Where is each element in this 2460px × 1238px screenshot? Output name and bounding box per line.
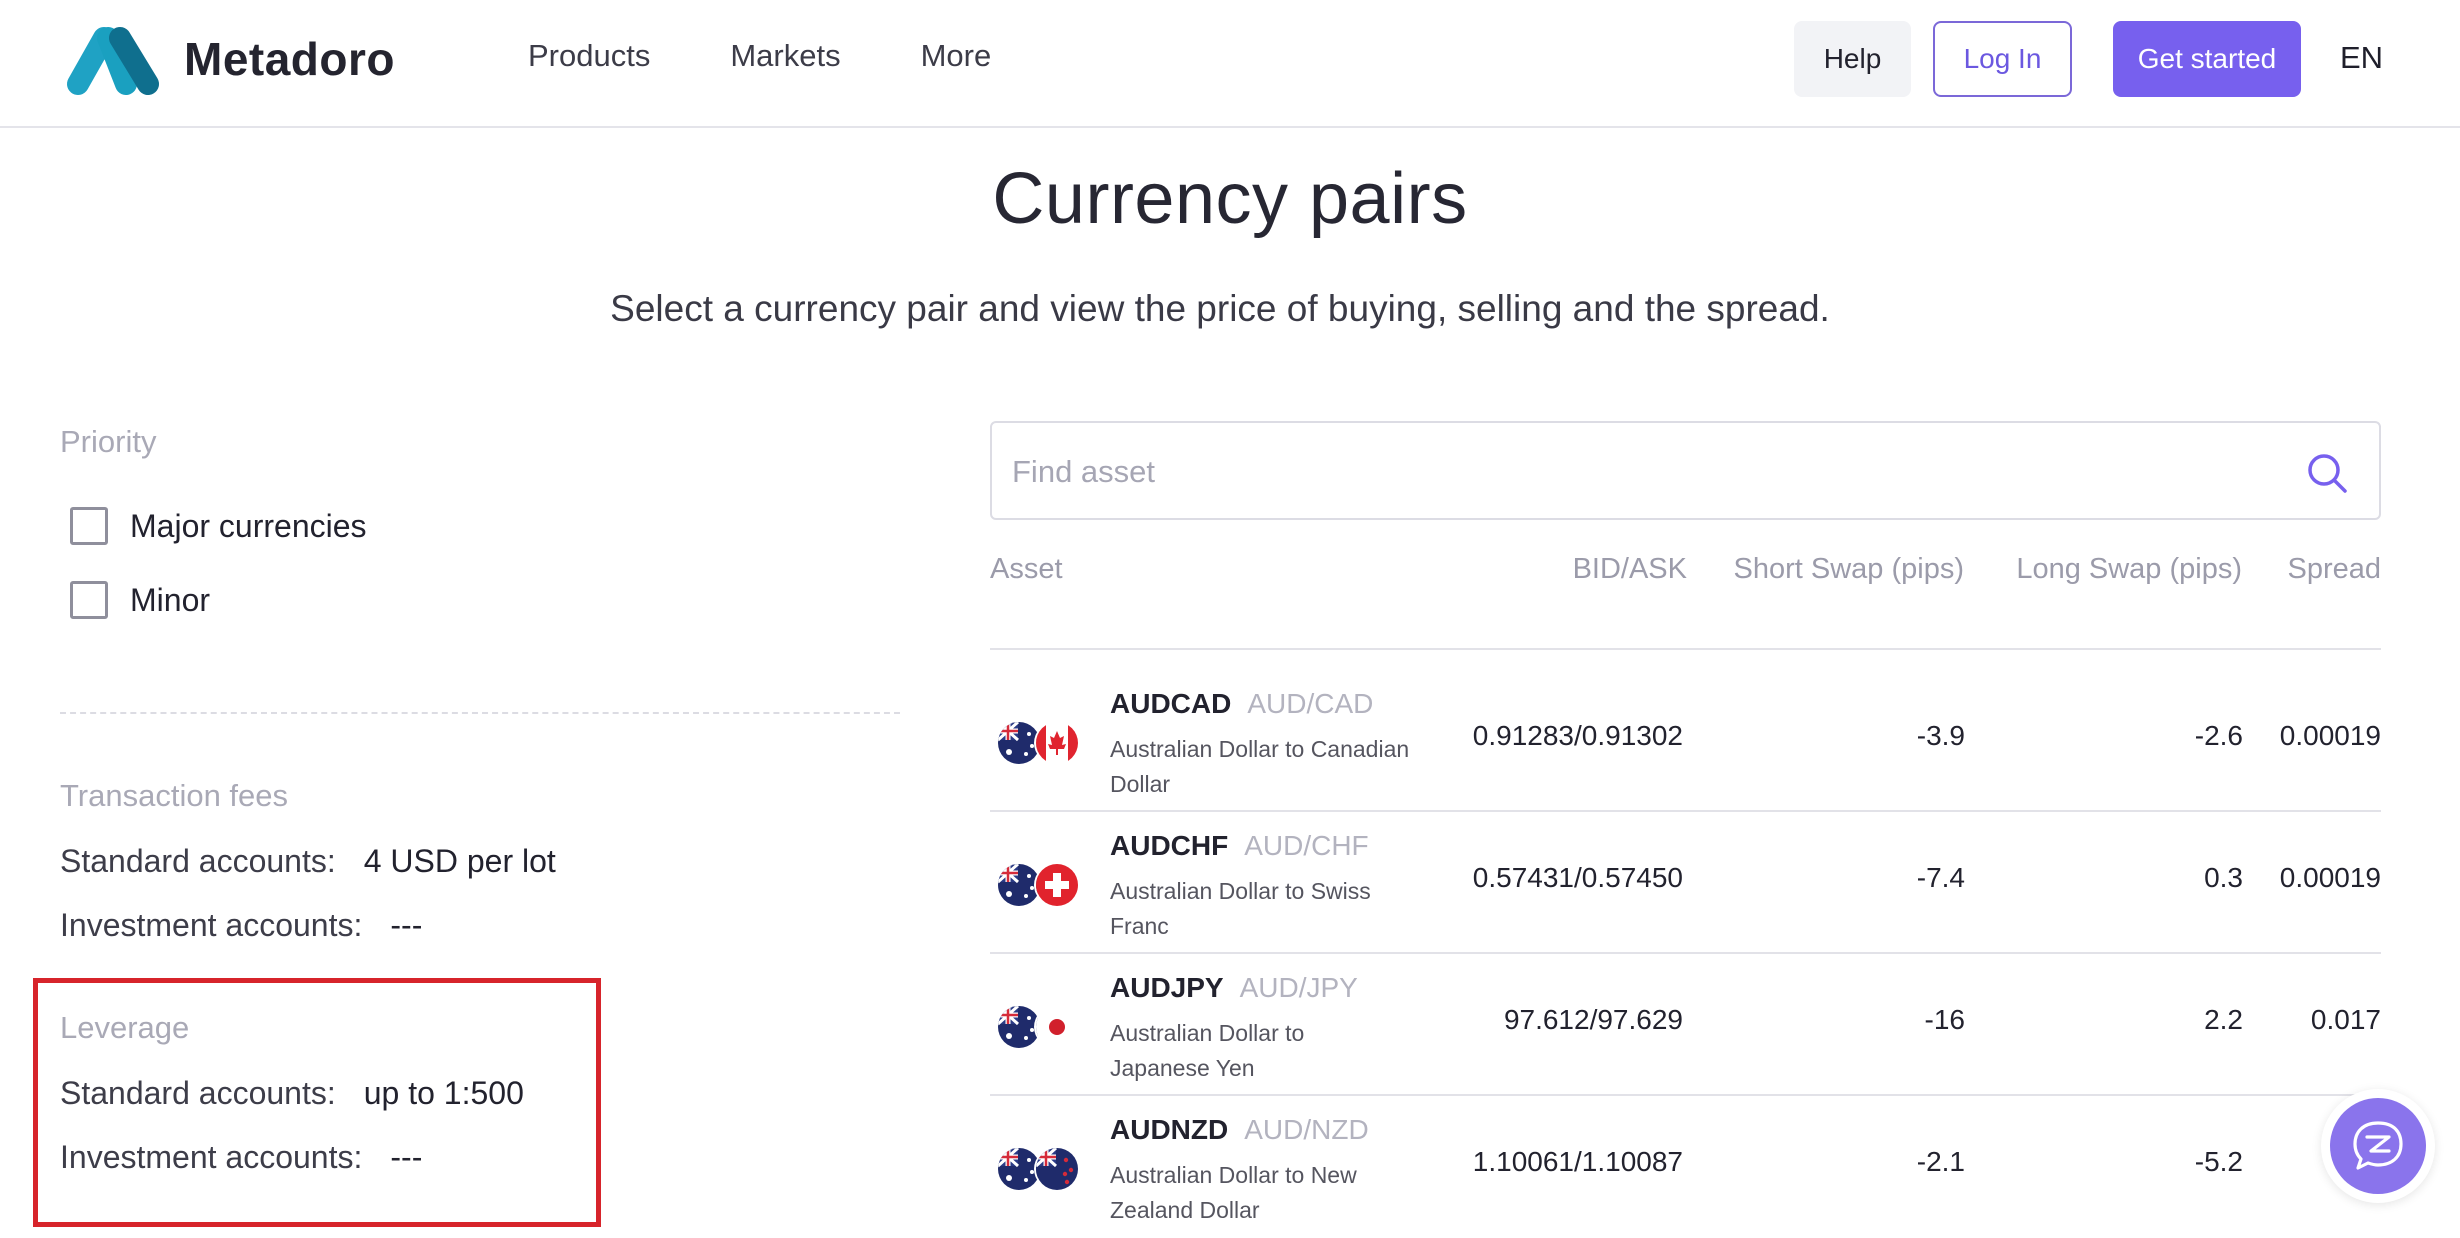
switzerland-flag-icon bbox=[1036, 864, 1078, 906]
canada-flag-icon bbox=[1036, 722, 1078, 764]
login-button[interactable]: Log In bbox=[1933, 21, 2072, 97]
fees-standard-value: 4 USD per lot bbox=[363, 843, 556, 879]
table-row[interactable]: AUDCHF AUD/CHF Australian Dollar to Swiss… bbox=[990, 812, 2381, 954]
table-row[interactable]: AUDJPY AUD/JPY Australian Dollar to Japan… bbox=[990, 954, 2381, 1096]
bid-ask-value: 97.612/97.629 bbox=[1503, 1004, 1683, 1035]
spread-value: 0.017 bbox=[2310, 1004, 2381, 1035]
metadoro-logo-icon bbox=[67, 27, 159, 95]
site-header: Metadoro Products Markets More Help Log … bbox=[0, 0, 2460, 128]
long-swap-value: -5.2 bbox=[2194, 1146, 2243, 1177]
australia-flag-icon bbox=[998, 1006, 1040, 1048]
asset-symbol: AUDJPY AUD/JPY bbox=[1110, 972, 1358, 1004]
japan-flag-icon bbox=[1036, 1006, 1078, 1048]
asset-code: AUDCHF bbox=[1110, 830, 1229, 861]
asset-description: Australian Dollar to Japanese Yen bbox=[1110, 1020, 1305, 1081]
table-header-divider bbox=[990, 648, 2381, 650]
bid-ask-value: 0.57431/0.57450 bbox=[1472, 862, 1683, 893]
long-swap-value: 2.2 bbox=[2204, 1004, 2243, 1035]
leverage-title: Leverage bbox=[60, 1010, 190, 1045]
brand-name: Metadoro bbox=[184, 33, 395, 85]
short-swap-value: -3.9 bbox=[1916, 720, 1965, 751]
asset-code: AUDCAD bbox=[1110, 688, 1232, 719]
asset-code: AUDJPY bbox=[1110, 972, 1224, 1003]
get-started-button[interactable]: Get started bbox=[2113, 21, 2301, 97]
fees-standard-row: Standard accounts: 4 USD per lot bbox=[60, 843, 556, 880]
long-swap-value: 0.3 bbox=[2204, 862, 2243, 893]
asset-pair: AUD/NZD bbox=[1244, 1114, 1369, 1145]
currency-flags bbox=[998, 1006, 1082, 1048]
asset-pair: AUD/CAD bbox=[1247, 688, 1374, 719]
australia-flag-icon bbox=[998, 864, 1040, 906]
currency-flags bbox=[998, 1148, 1082, 1190]
australia-flag-icon bbox=[998, 722, 1040, 764]
major-currencies-label: Major currencies bbox=[130, 507, 367, 544]
asset-code: AUDNZD bbox=[1110, 1114, 1229, 1145]
currency-flags bbox=[998, 722, 1082, 764]
asset-symbol: AUDCAD AUD/CAD bbox=[1110, 688, 1373, 720]
column-header-spread[interactable]: Spread bbox=[2287, 553, 2381, 586]
priority-title: Priority bbox=[60, 424, 157, 459]
asset-symbol: AUDNZD AUD/NZD bbox=[1110, 1114, 1369, 1146]
spread-value: 0.00019 bbox=[2279, 720, 2381, 751]
new-zealand-flag-icon bbox=[1036, 1148, 1078, 1190]
transaction-fees-title: Transaction fees bbox=[60, 778, 289, 813]
fees-investment-value: --- bbox=[390, 907, 423, 943]
filters-divider bbox=[60, 712, 900, 714]
australia-flag-icon bbox=[998, 1148, 1040, 1190]
minor-checkbox[interactable] bbox=[70, 581, 108, 619]
leverage-investment-label: Investment accounts: bbox=[60, 1139, 363, 1175]
column-header-asset[interactable]: Asset bbox=[990, 553, 1063, 586]
nav-products[interactable]: Products bbox=[528, 38, 650, 74]
leverage-standard-label: Standard accounts: bbox=[60, 1075, 336, 1111]
leverage-standard-value: up to 1:500 bbox=[363, 1075, 524, 1111]
short-swap-value: -7.4 bbox=[1916, 862, 1965, 893]
leverage-investment-value: --- bbox=[390, 1139, 423, 1175]
chat-support-button[interactable] bbox=[2330, 1098, 2426, 1194]
long-swap-value: -2.6 bbox=[2194, 720, 2243, 751]
bid-ask-value: 0.91283/0.91302 bbox=[1472, 720, 1683, 751]
fees-standard-label: Standard accounts: bbox=[60, 843, 336, 879]
fees-investment-row: Investment accounts: --- bbox=[60, 907, 422, 944]
table-row[interactable]: AUDNZD AUD/NZD Australian Dollar to New Z… bbox=[990, 1096, 2381, 1238]
brand-logo[interactable]: Metadoro bbox=[60, 18, 395, 100]
filter-major-currencies[interactable]: Major currencies bbox=[70, 507, 367, 545]
language-selector[interactable]: EN bbox=[2340, 40, 2383, 76]
asset-description: Australian Dollar to Swiss Franc bbox=[1110, 878, 1371, 939]
filter-minor[interactable]: Minor bbox=[70, 581, 210, 619]
spread-value: 0.00019 bbox=[2279, 862, 2381, 893]
fees-investment-label: Investment accounts: bbox=[60, 907, 363, 943]
search-icon[interactable] bbox=[2305, 451, 2349, 495]
nav-more[interactable]: More bbox=[921, 38, 992, 74]
main-nav: Products Markets More bbox=[528, 38, 991, 74]
asset-description: Australian Dollar to New Zealand Dollar bbox=[1110, 1162, 1357, 1223]
minor-label: Minor bbox=[130, 581, 211, 618]
short-swap-value: -16 bbox=[1924, 1004, 1965, 1035]
asset-pair: AUD/CHF bbox=[1244, 830, 1369, 861]
chat-support-icon bbox=[2353, 1121, 2403, 1170]
asset-pair: AUD/JPY bbox=[1239, 972, 1358, 1003]
table-row[interactable]: AUDCAD AUD/CAD Australian Dollar to Canad… bbox=[990, 670, 2381, 812]
leverage-standard-row: Standard accounts: up to 1:500 bbox=[60, 1075, 524, 1112]
page-subtitle: Select a currency pair and view the pric… bbox=[610, 288, 1830, 329]
asset-search-box[interactable] bbox=[990, 421, 2381, 520]
nav-markets[interactable]: Markets bbox=[730, 38, 840, 74]
asset-symbol: AUDCHF AUD/CHF bbox=[1110, 830, 1369, 862]
major-currencies-checkbox[interactable] bbox=[70, 507, 108, 545]
search-input[interactable] bbox=[1012, 447, 2212, 497]
asset-description: Australian Dollar to Canadian Dollar bbox=[1110, 736, 1410, 797]
leverage-investment-row: Investment accounts: --- bbox=[60, 1139, 422, 1176]
page-title: Currency pairs bbox=[992, 159, 1468, 239]
column-header-short-swap[interactable]: Short Swap (pips) bbox=[1734, 553, 1965, 586]
bid-ask-value: 1.10061/1.10087 bbox=[1472, 1146, 1683, 1177]
column-header-long-swap[interactable]: Long Swap (pips) bbox=[2016, 553, 2242, 586]
column-header-bid-ask[interactable]: BID/ASK bbox=[1573, 553, 1687, 586]
currency-flags bbox=[998, 864, 1082, 906]
short-swap-value: -2.1 bbox=[1916, 1146, 1965, 1177]
help-button[interactable]: Help bbox=[1794, 21, 1911, 97]
